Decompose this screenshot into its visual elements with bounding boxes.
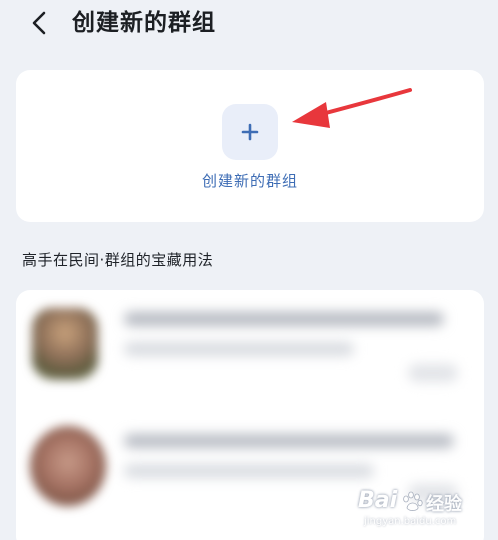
create-group-button[interactable]	[222, 104, 278, 160]
avatar	[32, 308, 98, 380]
group-usage-list	[16, 290, 484, 540]
section-title: 高手在民间·群组的宝藏用法	[22, 251, 214, 269]
list-item-title	[124, 312, 444, 326]
list-item-subtitle	[124, 464, 374, 478]
avatar	[30, 426, 106, 506]
list-item[interactable]	[16, 290, 484, 410]
chevron-left-icon	[32, 11, 46, 35]
list-item[interactable]	[16, 412, 484, 532]
create-group-page: 创建新的群组 创建新的群组 高手在民间·群组的宝藏用法 Bai 经验 jingy…	[0, 0, 498, 540]
list-item-title	[124, 434, 454, 448]
list-item-tag	[408, 484, 458, 502]
create-group-label[interactable]: 创建新的群组	[150, 170, 350, 191]
plus-icon	[241, 123, 259, 141]
back-button[interactable]	[22, 6, 56, 40]
page-title: 创建新的群组	[72, 10, 216, 36]
list-item-subtitle	[124, 342, 354, 356]
header: 创建新的群组	[0, 0, 498, 48]
list-item-tag	[408, 364, 458, 382]
